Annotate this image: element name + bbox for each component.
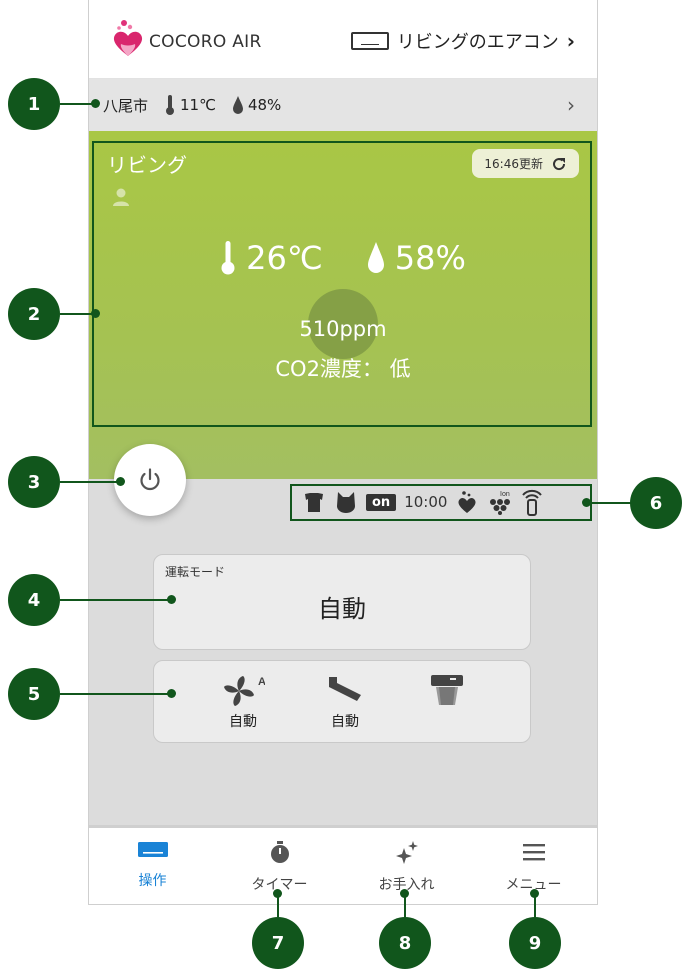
feature-icons-highlight xyxy=(290,484,592,521)
chevron-right-icon: › xyxy=(567,93,575,117)
chevron-right-icon: › xyxy=(566,29,575,53)
callout-9: 9 xyxy=(509,917,561,969)
callout-4: 4 xyxy=(8,574,60,626)
device-selector[interactable]: リビングのエアコン › xyxy=(350,28,575,54)
airflow-settings: A 自動 自動 xyxy=(153,660,531,743)
louver-direction-icon xyxy=(329,677,361,701)
air-conditioner-flow-icon xyxy=(431,675,463,705)
airflow-mode-button[interactable] xyxy=(413,661,481,742)
weather-city: 八尾市 xyxy=(103,96,149,115)
fan-auto-icon: A xyxy=(224,676,265,706)
svg-text:A: A xyxy=(258,676,265,688)
callout-1: 1 xyxy=(8,78,60,130)
air-conditioner-icon xyxy=(137,842,168,857)
callout-8: 8 xyxy=(379,917,431,969)
stopwatch-icon xyxy=(270,841,289,863)
operation-mode-button[interactable]: 運転モード 自動 xyxy=(153,554,531,650)
callout-3: 3 xyxy=(8,456,60,508)
operation-mode-value: 自動 xyxy=(318,595,366,623)
app-header: COCORO AIR リビングのエアコン › xyxy=(89,0,597,79)
operation-mode-label: 運転モード xyxy=(165,565,226,579)
cocoro-logo-icon xyxy=(113,20,143,56)
humidity-drop-icon xyxy=(232,96,243,114)
callout-6: 6 xyxy=(630,477,682,529)
app-screen: COCORO AIR リビングのエアコン › 八尾市 11℃ 48% › リビン… xyxy=(88,0,598,905)
nav-label: 操作 xyxy=(138,873,167,889)
callout-7: 7 xyxy=(252,917,304,969)
brand-name: COCORO AIR xyxy=(149,32,262,52)
air-conditioner-icon xyxy=(350,32,389,50)
airflow-direction-button[interactable]: 自動 xyxy=(311,661,379,742)
hamburger-menu-icon xyxy=(522,844,545,861)
outdoor-humidity: 48% xyxy=(247,96,282,114)
thermometer-icon xyxy=(166,95,175,115)
outdoor-temperature: 11℃ xyxy=(180,96,216,114)
fan-speed-button[interactable]: A 自動 xyxy=(209,661,277,742)
status-panel-highlight xyxy=(92,141,592,427)
bottom-navigation: 操作 タイマー お手入れ メニュー xyxy=(89,828,597,904)
device-name: リビングのエアコン xyxy=(396,32,559,53)
airflow-direction-label: 自動 xyxy=(331,714,359,730)
nav-item-operation[interactable]: 操作 xyxy=(89,828,216,904)
outdoor-weather-bar[interactable]: 八尾市 11℃ 48% › xyxy=(89,79,597,131)
callout-5: 5 xyxy=(8,668,60,720)
power-icon xyxy=(140,468,160,491)
fan-speed-label: 自動 xyxy=(229,714,257,730)
sparkle-icon xyxy=(395,841,418,864)
callout-2: 2 xyxy=(8,288,60,340)
